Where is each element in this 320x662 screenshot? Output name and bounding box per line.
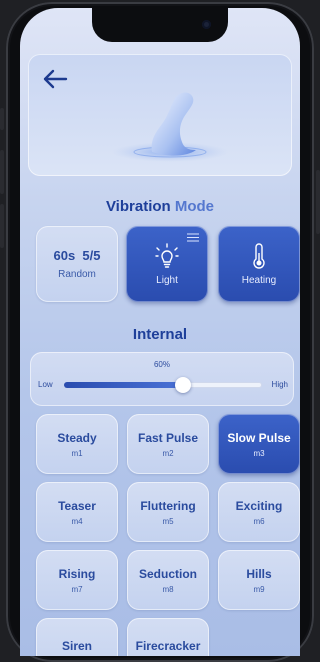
- mode-code: m8: [162, 584, 174, 594]
- mode-code: m5: [162, 516, 174, 526]
- slider-fill: [64, 382, 183, 388]
- mode-code: m4: [71, 516, 83, 526]
- mode-button[interactable]: Fluttering m5: [127, 482, 209, 542]
- mode-name: Fluttering: [140, 498, 196, 513]
- mode-name: Slow Pulse: [227, 430, 291, 445]
- vibration-mode-title: Vibration Mode: [20, 198, 300, 215]
- heating-label: Heating: [241, 274, 277, 286]
- mode-name: Teaser: [58, 498, 96, 513]
- mode-code: m3: [253, 448, 265, 458]
- app-screen: Vibration Mode 60s 5/5 Random Light Heat…: [20, 8, 300, 656]
- arrow-left-icon: [43, 69, 68, 89]
- mode-button[interactable]: Teaser m4: [36, 482, 118, 542]
- mode-button[interactable]: Seduction m8: [127, 550, 209, 610]
- mode-name: Steady: [57, 430, 97, 445]
- slider-low-label: Low: [38, 380, 53, 389]
- mute-switch: [0, 108, 4, 130]
- heating-button[interactable]: Heating: [218, 226, 300, 302]
- mode-code: m2: [162, 448, 174, 458]
- camera-icon: [202, 20, 211, 29]
- mode-button[interactable]: Siren: [36, 618, 118, 656]
- intensity-slider-panel: 60% Low High: [30, 352, 294, 406]
- mode-button[interactable]: Fast Pulse m2: [127, 414, 209, 474]
- mode-button[interactable]: Slow Pulse m3: [218, 414, 300, 474]
- title-part-2: Mode: [174, 198, 215, 215]
- settings-lines-icon: [187, 233, 199, 242]
- mode-code: m9: [253, 584, 265, 594]
- mode-name: Siren: [61, 639, 92, 653]
- mode-button[interactable]: Exciting m6: [218, 482, 300, 542]
- thermometer-icon: [253, 242, 265, 269]
- mode-code: m6: [253, 516, 265, 526]
- mode-button[interactable]: Firecracker: [127, 618, 209, 656]
- light-label: Light: [156, 274, 178, 286]
- product-panel: [28, 54, 292, 176]
- random-button[interactable]: 60s 5/5 Random: [36, 226, 118, 302]
- power-button: [316, 170, 320, 234]
- light-button[interactable]: Light: [126, 226, 208, 302]
- mode-name: Seduction: [138, 566, 197, 581]
- mode-button[interactable]: Rising m7: [36, 550, 118, 610]
- random-timer: 60s 5/5: [53, 248, 101, 263]
- random-label: Random: [58, 269, 96, 280]
- volume-down-button: [0, 204, 4, 248]
- slider-high-label: High: [271, 380, 288, 389]
- light-bulb-icon: [155, 242, 179, 268]
- volume-up-button: [0, 150, 4, 194]
- mode-name: Firecracker: [135, 639, 201, 653]
- notch: [92, 8, 228, 42]
- mode-name: Fast Pulse: [137, 430, 199, 445]
- mode-code: m7: [71, 584, 83, 594]
- mode-name: Rising: [58, 566, 96, 581]
- mode-name: Hills: [246, 566, 272, 581]
- mode-name: Exciting: [235, 498, 283, 513]
- title-part-1: Vibration: [105, 198, 171, 215]
- slider-track[interactable]: [64, 377, 262, 393]
- slider-percent: 60%: [153, 360, 170, 369]
- device-image: [112, 92, 228, 162]
- internal-title: Internal: [132, 326, 188, 343]
- mode-code: m1: [71, 448, 83, 458]
- back-button[interactable]: [38, 64, 72, 94]
- mode-button[interactable]: Steady m1: [36, 414, 118, 474]
- mode-button[interactable]: Hills m9: [218, 550, 300, 610]
- slider-thumb[interactable]: [174, 377, 191, 393]
